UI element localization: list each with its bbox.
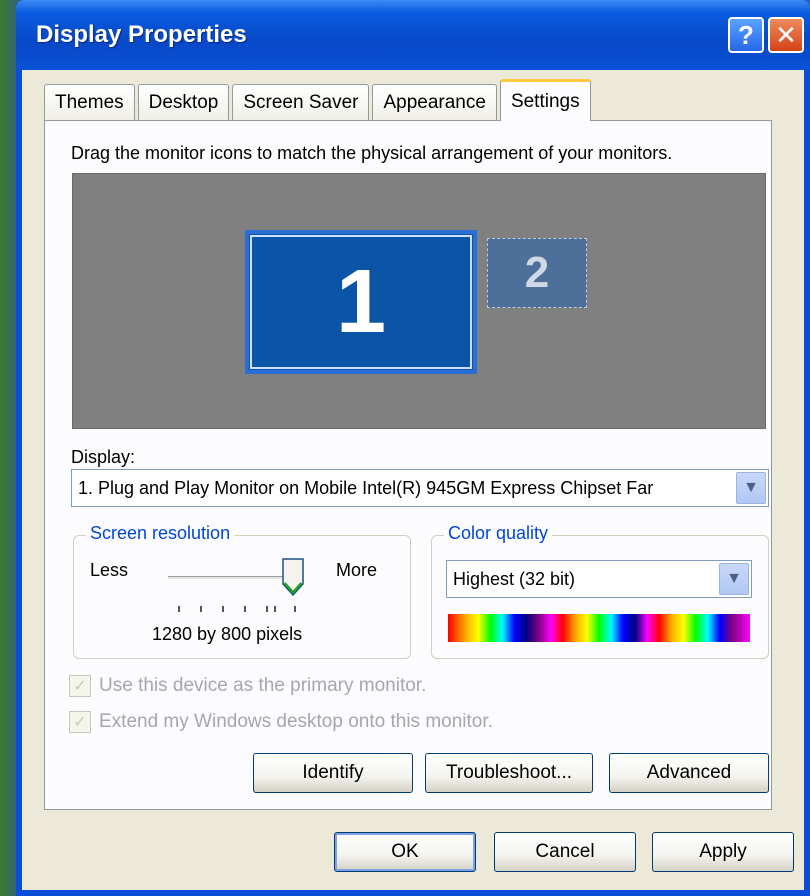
display-select[interactable]: 1. Plug and Play Monitor on Mobile Intel…: [71, 469, 769, 507]
monitor-1-icon[interactable]: 1: [245, 230, 477, 374]
instruction-text: Drag the monitor icons to match the phys…: [71, 143, 673, 163]
resolution-value: 1280 by 800 pixels: [152, 624, 303, 644]
extend-desktop-checkbox[interactable]: ✓ Extend my Windows desktop onto this mo…: [69, 711, 493, 733]
checkmark-icon: ✓: [69, 711, 91, 733]
chevron-down-icon[interactable]: ▼: [719, 563, 749, 595]
color-quality-title: Color quality: [444, 523, 553, 544]
close-icon: ✕: [775, 19, 797, 50]
tab-screen-saver[interactable]: Screen Saver: [232, 84, 370, 120]
slider-tick: [244, 606, 246, 612]
display-properties-window: Display Properties ? ✕ Themes Desktop Sc…: [16, 0, 810, 896]
troubleshoot-button[interactable]: Troubleshoot...: [425, 753, 593, 793]
resolution-more-label: More: [336, 560, 378, 580]
slider-tick: [274, 606, 276, 612]
tab-settings[interactable]: Settings: [499, 79, 591, 121]
ok-button[interactable]: OK: [334, 832, 476, 872]
screen-resolution-title: Screen resolution: [86, 523, 235, 544]
tab-appearance[interactable]: Appearance: [372, 84, 497, 120]
resolution-less-label: Less: [90, 560, 129, 580]
display-label: Display:: [71, 447, 136, 467]
primary-monitor-label: Use this device as the primary monitor.: [99, 675, 427, 696]
close-button[interactable]: ✕: [768, 17, 804, 53]
monitor-2-number: 2: [524, 248, 550, 297]
slider-tick: [222, 606, 224, 612]
tab-themes[interactable]: Themes: [44, 84, 135, 120]
tab-desktop[interactable]: Desktop: [137, 84, 230, 120]
screen-resolution-group: Screen resolution Less More 1280 by 800 …: [73, 523, 411, 659]
monitor-1-number: 1: [335, 251, 387, 352]
resolution-slider-thumb[interactable]: [282, 558, 304, 596]
checkmark-icon: ✓: [69, 675, 91, 697]
extend-desktop-label: Extend my Windows desktop onto this moni…: [99, 711, 493, 732]
primary-monitor-checkbox[interactable]: ✓ Use this device as the primary monitor…: [69, 675, 426, 697]
cancel-button[interactable]: Cancel: [494, 832, 636, 872]
color-spectrum-bar: [448, 614, 750, 642]
tab-strip: Themes Desktop Screen Saver Appearance S…: [44, 78, 591, 121]
color-quality-value: Highest (32 bit): [453, 568, 576, 589]
display-select-value: 1. Plug and Play Monitor on Mobile Intel…: [78, 477, 654, 498]
color-quality-select[interactable]: Highest (32 bit) ▼: [446, 560, 752, 598]
settings-panel: Drag the monitor icons to match the phys…: [44, 120, 772, 810]
color-quality-group: Color quality Highest (32 bit) ▼: [431, 523, 769, 659]
advanced-button[interactable]: Advanced: [609, 753, 769, 793]
slider-tick: [178, 606, 180, 612]
monitor-2-icon[interactable]: 2: [487, 238, 587, 308]
apply-button[interactable]: Apply: [652, 832, 794, 872]
resolution-slider-track[interactable]: [168, 576, 298, 580]
dialog-client-area: Themes Desktop Screen Saver Appearance S…: [22, 70, 804, 890]
monitor-arrangement-area[interactable]: 1 2: [72, 173, 766, 429]
help-icon: ?: [738, 19, 754, 50]
help-button[interactable]: ?: [728, 17, 764, 53]
slider-tick: [200, 606, 202, 612]
title-bar[interactable]: Display Properties ? ✕: [16, 0, 810, 70]
window-title: Display Properties: [36, 21, 247, 48]
title-bar-buttons: ? ✕: [728, 17, 804, 53]
slider-tick: [266, 606, 268, 612]
slider-tick: [294, 606, 296, 612]
chevron-down-icon[interactable]: ▼: [736, 472, 766, 504]
identify-button[interactable]: Identify: [253, 753, 413, 793]
